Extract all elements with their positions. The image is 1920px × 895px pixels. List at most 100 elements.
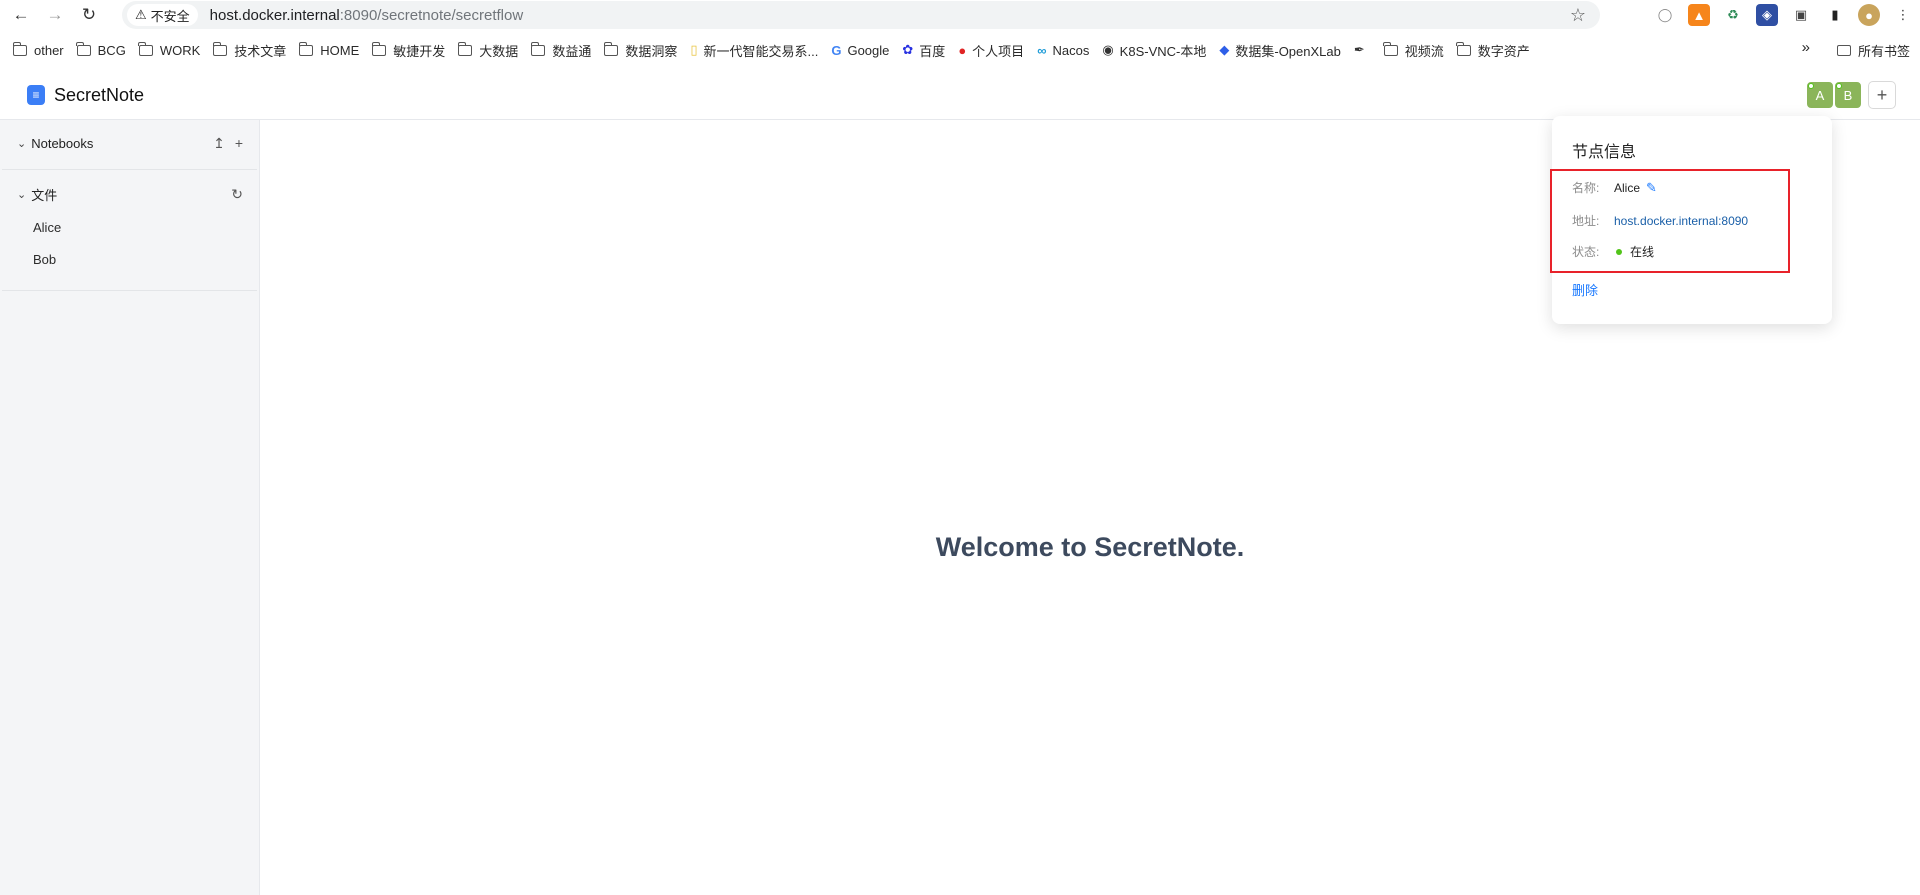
folder-icon [530,41,546,56]
forward-icon[interactable]: → [42,2,68,28]
extension-circle-icon[interactable]: ◯ [1654,4,1676,26]
node-avatar-a[interactable]: A [1806,81,1834,109]
file-item-bob[interactable]: Bob [33,244,259,276]
app-title: SecretNote [54,84,145,105]
chevron-down-icon[interactable]: ⌄ [17,188,26,201]
folder-icon [12,41,27,56]
bookmark-label: Google [847,42,890,58]
url-path: :8090/secretnote/secretflow [339,6,524,24]
notebooks-section-header[interactable]: ⌄ Notebooks ↥ + [0,131,259,155]
bookmark-label: 百度 [919,43,946,59]
openxlab-icon: ◆ [1219,42,1230,57]
bookmark-star-icon[interactable]: ☆ [1570,5,1586,26]
chevron-down-icon[interactable]: ⌄ [17,137,26,150]
project-icon: ● [958,42,967,58]
bookmark-item[interactable]: 大数据 [457,41,519,60]
annotation-highlight-box [1550,169,1790,273]
extension-shield-icon[interactable]: ◈ [1756,4,1778,26]
bookmark-label: 数益通 [552,43,592,59]
extensions-puzzle-icon[interactable]: ▣ [1790,4,1812,26]
bookmark-item[interactable]: ✿ 百度 [902,41,945,60]
profile-avatar-icon[interactable]: ● [1858,4,1880,26]
bookmark-label: 技术文章 [234,43,287,59]
bookmark-label: BCG [97,42,126,58]
metamask-icon[interactable]: ▲ [1688,4,1710,26]
all-bookmarks-button[interactable]: 所有书签 [1836,41,1910,60]
bookmark-item[interactable]: BCG [76,41,126,58]
bookmark-label: 数据集-OpenXLab [1235,43,1341,59]
bookmark-label: 数字资产 [1477,43,1530,59]
folder-icon [603,41,619,56]
bookmarks-overflow-icon[interactable]: » [1802,39,1810,56]
bookmark-label: HOME [320,42,360,58]
reload-icon[interactable]: ↻ [76,2,102,28]
bookmark-label: 个人项目 [972,43,1025,59]
node-avatars: A B [1806,81,1862,109]
extension-green-icon[interactable]: ♻ [1722,4,1744,26]
bookmark-item[interactable]: 数据洞察 [603,41,678,60]
back-icon[interactable]: ← [8,2,34,28]
address-bar[interactable]: ⚠ 不安全 host.docker.internal:8090/secretno… [122,1,1600,29]
all-bookmarks-label: 所有书签 [1857,44,1910,59]
nacos-icon: ∞ [1037,42,1047,58]
upload-icon[interactable]: ↥ [213,135,225,152]
bookmarks-bar: other BCG WORK 技术文章 HOME 敏捷开发 大数据 数益通 数据洞察 ▯ 新一代智能… [0,36,1920,64]
bookmark-item[interactable]: G Google [831,43,889,58]
bookmark-item[interactable]: ▯ 新一代智能交易系... [690,41,818,60]
bookmark-label: Nacos [1052,42,1090,58]
bookmark-item[interactable]: ● 个人项目 [958,41,1024,60]
bookmark-item[interactable]: ◉ K8S-VNC-本地 [1102,41,1206,60]
node-avatar-b[interactable]: B [1834,81,1862,109]
security-badge[interactable]: ⚠ 不安全 [127,4,198,26]
bookmark-item[interactable]: 敏捷开发 [371,41,445,60]
extensions-area: ◯ ▲ ♻ ◈ ▣ ▮ ● ⋮ [1648,0,1920,30]
folder-icon [138,41,153,56]
avatar-letter: B [1843,87,1853,103]
menu-kebab-icon[interactable]: ⋮ [1892,4,1914,26]
notebooks-label: Notebooks [31,135,94,151]
bookmark-item[interactable]: WORK [138,41,201,58]
folder-icon [298,41,314,56]
sidebar: ⌄ Notebooks ↥ + ⌄ 文件 ↻ Alice Bob [0,120,260,895]
bookmark-label: 视频流 [1404,43,1444,59]
bookmark-label: other [34,42,64,58]
url-host: host.docker.internal [209,6,340,24]
security-label: 不安全 [150,8,190,24]
online-dot-icon [1836,83,1842,89]
folder-icon [1456,41,1471,56]
bookmark-item[interactable]: ◆ 数据集-OpenXLab [1219,41,1341,60]
bookmark-item[interactable]: 数益通 [530,41,592,60]
feather-icon: ✒ [1353,42,1365,57]
bookmark-item[interactable]: 数字资产 [1456,41,1530,60]
delete-node-link[interactable]: 删除 [1572,280,1598,299]
bookmark-label: WORK [159,42,201,58]
side-panel-icon[interactable]: ▮ [1824,4,1846,26]
folder-icon [212,41,228,56]
refresh-icon[interactable]: ↻ [231,186,243,203]
bookmark-item[interactable]: ∞ Nacos [1037,43,1089,58]
bookmark-item[interactable]: 技术文章 [212,41,287,60]
folder-icon [1383,41,1398,56]
secretnote-logo-icon: ≡ [27,85,45,105]
sidebar-divider [2,169,257,170]
app-header: ≡ SecretNote A B + [0,71,1920,120]
add-node-button[interactable]: + [1868,81,1896,109]
bookmark-item[interactable]: 视频流 [1383,41,1444,60]
folder-icon [76,41,91,56]
page-icon: ▯ [690,42,698,57]
sidebar-divider [2,290,257,291]
url-text[interactable]: host.docker.internal:8090/secretnote/sec… [210,7,524,24]
files-label: 文件 [31,187,58,203]
folder-icon [1836,45,1851,56]
file-item-alice[interactable]: Alice [33,212,259,244]
bookmark-label: 数据洞察 [625,43,678,59]
bookmark-label: 大数据 [479,43,519,59]
add-notebook-icon[interactable]: + [235,135,243,152]
folder-icon [371,41,387,56]
bookmark-item[interactable]: HOME [298,41,360,58]
bookmark-item[interactable]: ✒ [1354,42,1371,58]
popover-title: 节点信息 [1572,144,1637,161]
files-section-header[interactable]: ⌄ 文件 ↻ [0,182,259,206]
bookmark-item[interactable]: other [12,41,64,58]
bookmark-label: 新一代智能交易系... [703,43,819,59]
